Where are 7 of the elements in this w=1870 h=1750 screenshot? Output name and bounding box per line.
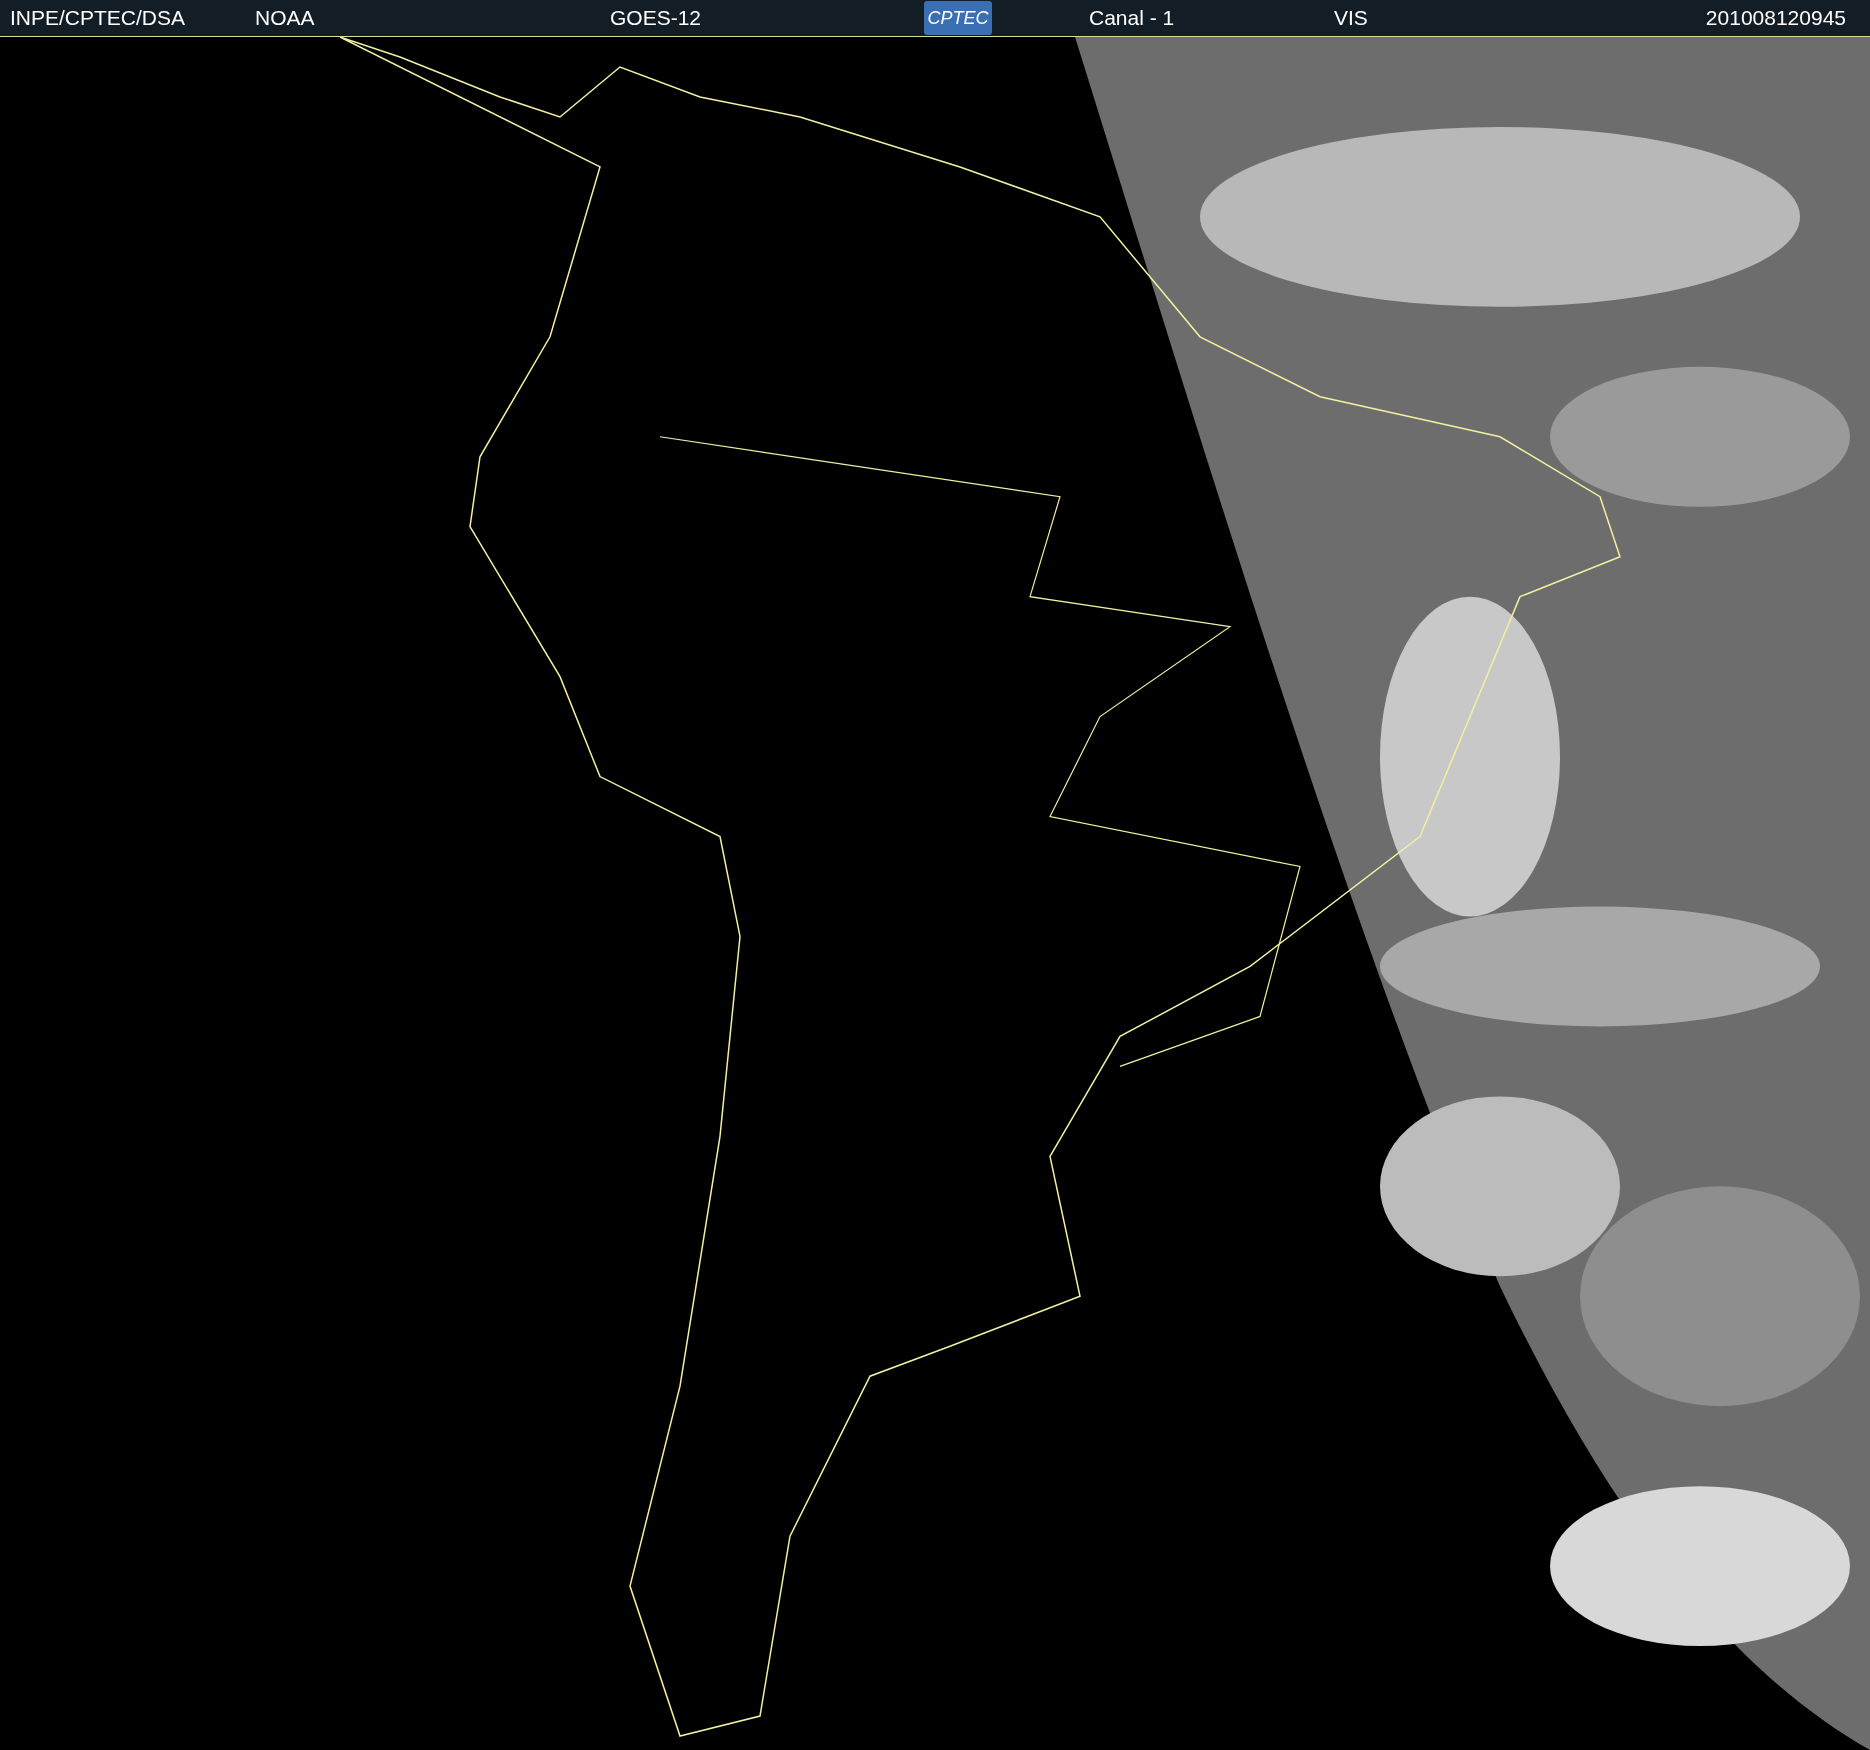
channel-label: Canal - 1 [1089,6,1175,30]
satellite-label: GOES-12 [610,6,702,30]
source-label: INPE/CPTEC/DSA [10,6,186,30]
cptec-logo: CPTEC [924,1,992,35]
timestamp-label: 201008120945 [1705,6,1846,30]
agency-label: NOAA [255,6,315,30]
band-label: VIS [1334,6,1368,30]
